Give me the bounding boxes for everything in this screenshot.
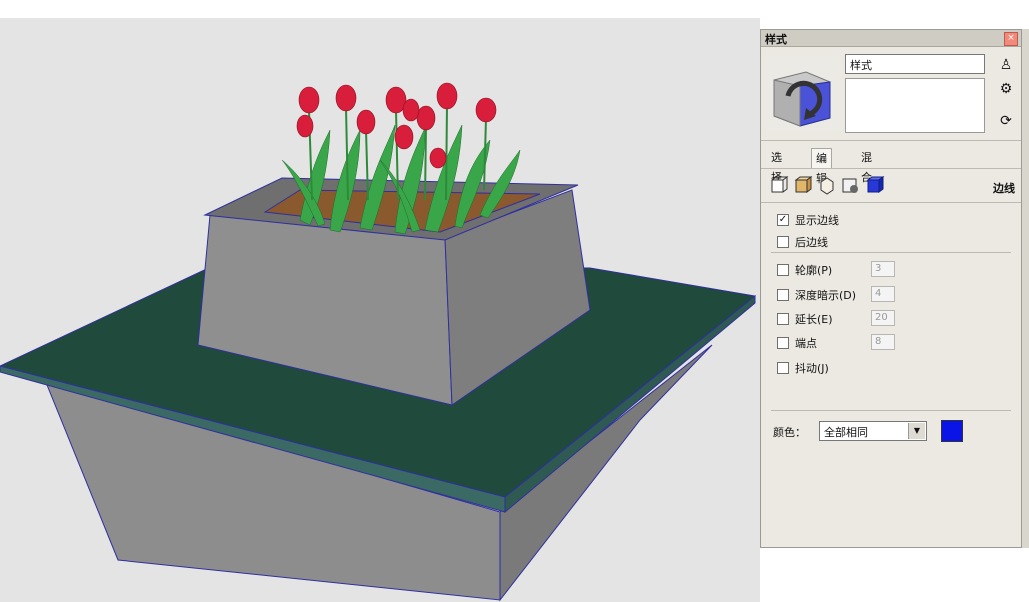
divider [761, 168, 1021, 169]
modeling-settings-icon[interactable] [865, 176, 885, 196]
depth-cue-input[interactable]: 4 [871, 286, 895, 302]
panel-title: 样式 [765, 33, 787, 46]
checkbox-box[interactable] [777, 264, 789, 276]
checkbox-label: 后边线 [795, 236, 828, 249]
checkbox-box[interactable]: ✓ [777, 214, 789, 226]
checkbox-label: 显示边线 [795, 214, 839, 227]
background-settings-icon[interactable] [817, 176, 837, 196]
divider [771, 252, 1011, 253]
style-name-input[interactable]: 样式 [845, 54, 985, 74]
extension-input[interactable]: 20 [871, 310, 895, 326]
refresh-icon[interactable]: ⟳ [997, 112, 1015, 130]
style-thumbnail [766, 56, 840, 130]
checkbox-box[interactable] [777, 289, 789, 301]
checkbox-box[interactable] [777, 337, 789, 349]
style-thumbnail-icon [773, 71, 831, 127]
create-style-icon[interactable]: ♙ [997, 56, 1015, 74]
styles-panel: 样式 × 样式 ♙ ⚙ ⟳ 选择 编辑 混合 边线 ✓ 显示边线 后边线 轮廓(… [760, 29, 1022, 548]
tab-mix[interactable]: 混合 [857, 148, 876, 184]
divider [771, 410, 1011, 411]
color-mode-select[interactable]: 全部相同 ▼ [819, 421, 927, 441]
divider [761, 202, 1021, 203]
color-label: 颜色： [773, 426, 806, 439]
style-description-input[interactable] [845, 78, 985, 133]
model-viewport[interactable] [0, 18, 760, 602]
checkbox-box[interactable] [777, 362, 789, 374]
checkbox-box[interactable] [777, 313, 789, 325]
checkbox-label: 深度暗示(D) [795, 289, 857, 302]
panel-edge [1022, 29, 1029, 548]
checkbox-label: 轮廓(P) [795, 264, 833, 277]
divider [761, 140, 1021, 141]
face-settings-icon[interactable] [793, 176, 813, 196]
close-icon[interactable]: × [1004, 32, 1018, 46]
checkbox-label: 抖动(J) [795, 362, 829, 375]
profiles-width-input[interactable]: 3 [871, 261, 895, 277]
panel-titlebar[interactable]: 样式 × [761, 30, 1021, 47]
planter-model [0, 82, 757, 602]
checkbox-label: 延长(E) [795, 313, 833, 326]
chevron-down-icon[interactable]: ▼ [908, 423, 925, 439]
update-style-icon[interactable]: ⚙ [997, 80, 1015, 98]
edge-color-swatch[interactable] [941, 420, 963, 442]
endpoints-input[interactable]: 8 [871, 334, 895, 350]
checkbox-box[interactable] [777, 236, 789, 248]
tab-edit[interactable]: 编辑 [811, 148, 832, 185]
tab-select[interactable]: 选择 [767, 148, 786, 184]
edge-settings-icon[interactable] [769, 176, 789, 196]
watermark-settings-icon[interactable] [841, 176, 861, 196]
color-mode-value: 全部相同 [824, 426, 868, 439]
section-label: 边线 [993, 182, 1015, 195]
checkbox-label: 端点 [795, 337, 817, 350]
